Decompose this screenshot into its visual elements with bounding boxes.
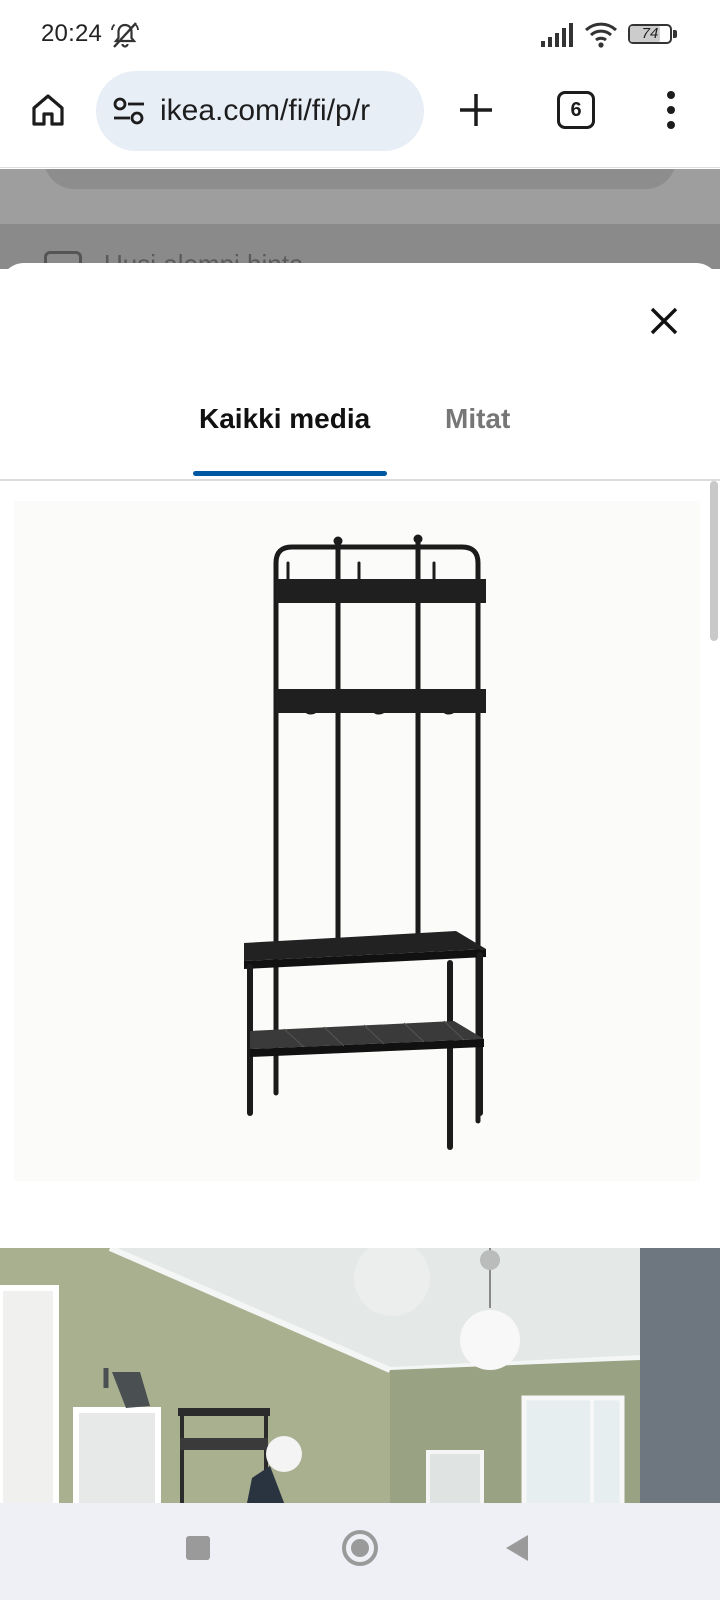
- url-text[interactable]: ikea.com/fi/fi/p/r: [160, 91, 410, 131]
- address-bar[interactable]: ikea.com/fi/fi/p/r: [96, 71, 424, 151]
- battery-tip: [673, 30, 677, 38]
- close-button[interactable]: [640, 297, 688, 345]
- browser-toolbar: ikea.com/fi/fi/p/r 6: [0, 68, 720, 168]
- behind-search-pill: [44, 169, 676, 189]
- tab-dimensions[interactable]: Mitat: [445, 403, 510, 435]
- plus-icon[interactable]: [454, 88, 498, 132]
- home-circle-inner: [351, 1539, 369, 1557]
- media-modal: Kaikki media Mitat: [0, 263, 720, 1503]
- tab-all-media[interactable]: Kaikki media: [199, 403, 370, 435]
- site-settings-icon[interactable]: [112, 95, 146, 127]
- more-vert-icon[interactable]: [656, 88, 686, 132]
- mute-icon: [111, 22, 139, 48]
- close-icon: [650, 307, 678, 335]
- product-image[interactable]: [14, 501, 700, 1181]
- active-tab-indicator: [193, 471, 387, 476]
- recents-icon[interactable]: [186, 1536, 210, 1560]
- room-photo[interactable]: [0, 1248, 720, 1503]
- media-gallery[interactable]: [0, 481, 720, 1503]
- home-icon: [32, 94, 64, 126]
- hallway-photo: [0, 1248, 720, 1503]
- coat-rack-illustration: [244, 534, 486, 1150]
- wifi-icon: [584, 22, 618, 48]
- status-bar: 20:24 74: [0, 0, 720, 68]
- home-button[interactable]: [26, 88, 70, 132]
- battery-icon: 74: [628, 24, 672, 44]
- system-nav-bar: [0, 1503, 720, 1600]
- back-icon[interactable]: [506, 1535, 528, 1561]
- home-circle-icon[interactable]: [342, 1530, 378, 1566]
- battery-level: 74: [641, 25, 659, 42]
- tab-switcher-button[interactable]: 6: [557, 91, 595, 129]
- status-time: 20:24: [41, 20, 103, 47]
- gallery-scrollbar[interactable]: [710, 481, 718, 641]
- page-behind-overlay[interactable]: Uusi alempi hinta: [0, 169, 720, 269]
- signal-icon: [541, 23, 573, 47]
